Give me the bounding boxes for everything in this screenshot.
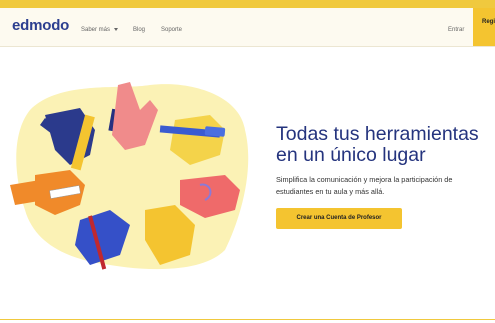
hero-title-line2: en un único lugar — [276, 144, 426, 166]
login-link[interactable]: Entrar — [448, 27, 464, 33]
chevron-down-icon — [114, 27, 119, 31]
hero-subtitle-line2: estudiantes en tu aula y más allá. — [276, 187, 385, 196]
hero-subtitle: Simplifica la comunicación y mejora la p… — [276, 174, 495, 198]
hero-title-line1: Todas tus herramientas — [276, 123, 479, 145]
nav-saber-mas-label: Saber más — [81, 27, 111, 33]
nav-soporte[interactable]: Soporte — [161, 27, 182, 33]
nav-saber-mas[interactable]: Saber más — [81, 27, 119, 33]
edmodo-logo[interactable]: edmodo — [12, 17, 69, 34]
bottom-accent-line — [0, 319, 495, 320]
top-navigation-bar: edmodo Saber más Blog Soporte Entrar — [0, 8, 495, 47]
nav-blog[interactable]: Blog — [133, 27, 145, 33]
hero-title: Todas tus herramientas en un único lugar — [276, 124, 495, 166]
create-teacher-account-button[interactable]: Crear una Cuenta de Profesor — [276, 208, 402, 229]
hero-subtitle-line1: Simplifica la comunicación y mejora la p… — [276, 175, 453, 184]
top-accent-stripe — [0, 0, 495, 8]
hands-illustration — [10, 82, 249, 270]
register-button[interactable]: Regi — [473, 8, 495, 46]
